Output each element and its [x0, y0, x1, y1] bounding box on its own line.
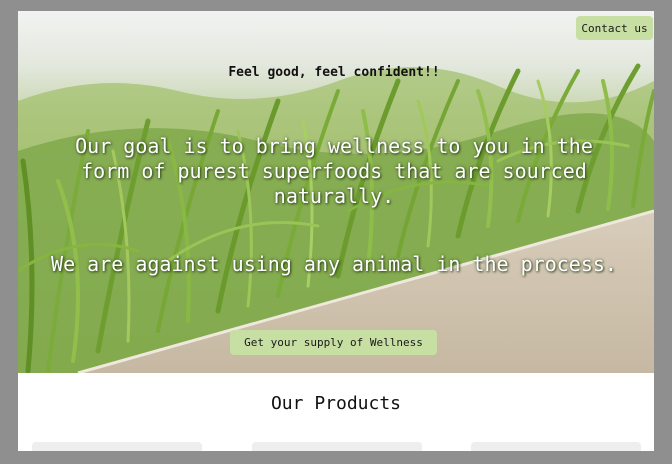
hero-goal-text: Our goal is to bring wellness to you in …	[75, 134, 593, 208]
hero-section: Contact us Feel good, feel confident!! O…	[18, 11, 654, 373]
page-viewport: Contact us Feel good, feel confident!! O…	[18, 11, 654, 451]
product-card[interactable]	[32, 442, 202, 451]
hero-tagline: Feel good, feel confident!!	[228, 65, 440, 80]
products-title: Our Products	[270, 393, 402, 414]
product-card[interactable]	[471, 442, 641, 451]
get-supply-button[interactable]: Get your supply of Wellness	[230, 330, 437, 355]
product-card[interactable]	[252, 442, 422, 451]
contact-us-button[interactable]: Contact us	[576, 16, 653, 40]
hero-against-text: We are against using any animal in the p…	[51, 252, 617, 276]
